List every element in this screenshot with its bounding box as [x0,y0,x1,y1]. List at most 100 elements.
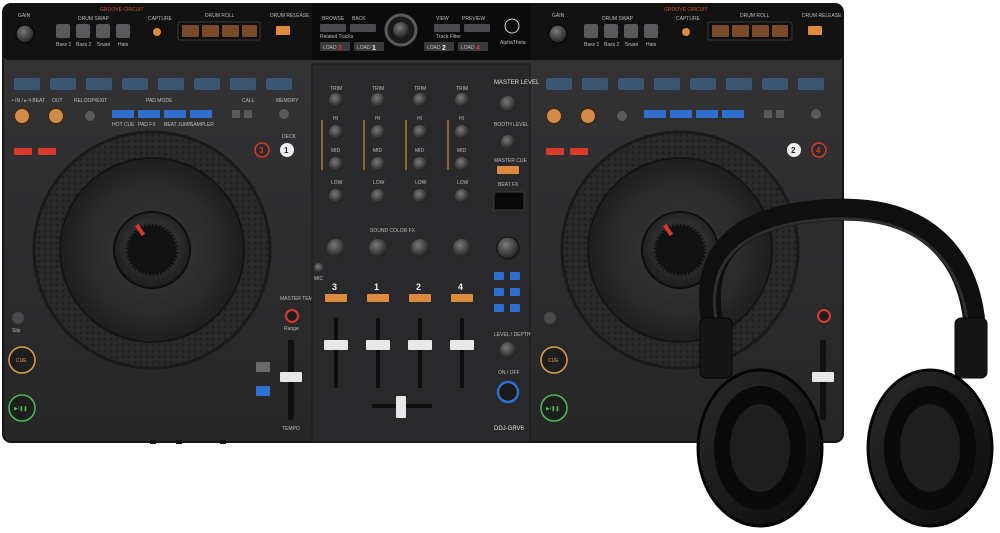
left-pad-8[interactable] [266,78,292,90]
back-button[interactable] [350,24,376,32]
right-gain-knob[interactable] [548,24,568,44]
right-tempo-fader[interactable] [812,372,834,382]
ch1-hi-knob[interactable] [371,125,385,139]
right-beat-jump-mode[interactable] [696,110,718,118]
right-pad-1[interactable] [546,78,572,90]
left-drum-release-button[interactable] [276,26,290,35]
beat-fx-button-5[interactable] [494,304,504,312]
beat-fx-select-knob[interactable] [496,236,520,260]
right-call-next[interactable] [776,110,784,118]
right-red-button-2[interactable] [570,148,588,155]
right-pad-6[interactable] [726,78,752,90]
right-master-tempo-button[interactable] [817,309,831,323]
left-shift-button-a[interactable] [256,362,270,372]
ch4-cfx-knob[interactable] [453,239,471,257]
left-roll-pad-2[interactable] [202,25,219,37]
right-swap-btn-3[interactable] [624,24,638,38]
ch2-mid-knob[interactable] [413,157,427,171]
left-pad-3[interactable] [86,78,112,90]
right-loop-in-button[interactable] [545,107,563,125]
left-pad-1[interactable] [14,78,40,90]
ch1-cue-button[interactable] [367,294,389,302]
master-level-knob[interactable] [500,96,516,112]
beat-fx-button-1[interactable] [494,272,504,280]
ch3-hi-knob[interactable] [329,125,343,139]
left-red-button-2[interactable] [38,148,56,155]
left-sampler-mode[interactable] [190,110,212,118]
left-pad-7[interactable] [230,78,256,90]
ch3-cfx-knob[interactable] [327,239,345,257]
right-sampler-mode[interactable] [722,110,744,118]
ch2-low-knob[interactable] [413,189,427,203]
right-pad-fx-mode[interactable] [670,110,692,118]
ch1-low-knob[interactable] [371,189,385,203]
beat-fx-button-2[interactable] [510,272,520,280]
left-loop-out-button[interactable] [47,107,65,125]
right-jog-wheel[interactable] [560,130,800,370]
beat-fx-button-3[interactable] [494,288,504,296]
left-hot-cue-mode[interactable] [112,110,134,118]
right-red-button-1[interactable] [546,148,564,155]
master-cue-button[interactable] [497,166,519,174]
left-capture-button[interactable] [153,28,161,36]
right-roll-pad-2[interactable] [732,25,749,37]
left-slip-button[interactable] [12,312,24,324]
right-swap-btn-1[interactable] [584,24,598,38]
ch1-trim-knob[interactable] [371,93,385,107]
right-roll-pad-1[interactable] [712,25,729,37]
ch1-cfx-knob[interactable] [369,239,387,257]
left-jog-wheel[interactable] [32,130,272,370]
left-red-button-1[interactable] [14,148,32,155]
ch3-cue-button[interactable] [325,294,347,302]
ch1-channel-fader[interactable] [366,340,390,350]
ch4-trim-knob[interactable] [455,93,469,107]
beat-fx-on-button[interactable] [496,380,520,404]
right-pad-3[interactable] [618,78,644,90]
left-pad-2[interactable] [50,78,76,90]
left-beat-jump-mode[interactable] [164,110,186,118]
left-gain-knob[interactable] [15,24,35,44]
left-roll-pad-3[interactable] [222,25,239,37]
left-call-next[interactable] [244,110,252,118]
ch3-mid-knob[interactable] [329,157,343,171]
ch3-low-knob[interactable] [329,189,343,203]
left-pad-5[interactable] [158,78,184,90]
ch4-low-knob[interactable] [455,189,469,203]
crossfader[interactable] [396,396,406,418]
left-swap-btn-3[interactable] [96,24,110,38]
right-roll-pad-3[interactable] [752,25,769,37]
ch3-channel-fader[interactable] [324,340,348,350]
ch4-mid-knob[interactable] [455,157,469,171]
view-button[interactable] [434,24,460,32]
left-pad-fx-mode[interactable] [138,110,160,118]
right-swap-btn-4[interactable] [644,24,658,38]
ch2-trim-knob[interactable] [413,93,427,107]
left-pad-6[interactable] [194,78,220,90]
right-pad-5[interactable] [690,78,716,90]
left-memory-button[interactable] [279,109,289,119]
left-roll-pad-1[interactable] [182,25,199,37]
right-capture-button[interactable] [682,28,690,36]
ch2-cue-button[interactable] [409,294,431,302]
left-tempo-fader[interactable] [280,372,302,382]
browse-button[interactable] [320,24,346,32]
ch2-channel-fader[interactable] [408,340,432,350]
right-call-prev[interactable] [764,110,772,118]
right-pad-8[interactable] [798,78,824,90]
ch3-trim-knob[interactable] [329,93,343,107]
left-roll-pad-4[interactable] [242,25,257,37]
booth-level-knob[interactable] [501,135,515,149]
right-reloop-button[interactable] [617,111,627,121]
left-swap-btn-1[interactable] [56,24,70,38]
ch4-channel-fader[interactable] [450,340,474,350]
left-master-tempo-button[interactable] [285,309,299,323]
left-pad-4[interactable] [122,78,148,90]
right-pad-4[interactable] [654,78,680,90]
ch4-hi-knob[interactable] [455,125,469,139]
ch2-cfx-knob[interactable] [411,239,429,257]
right-swap-btn-2[interactable] [604,24,618,38]
right-roll-pad-4[interactable] [772,25,788,37]
left-reloop-button[interactable] [85,111,95,121]
right-pad-7[interactable] [762,78,788,90]
preview-button[interactable] [464,24,490,32]
